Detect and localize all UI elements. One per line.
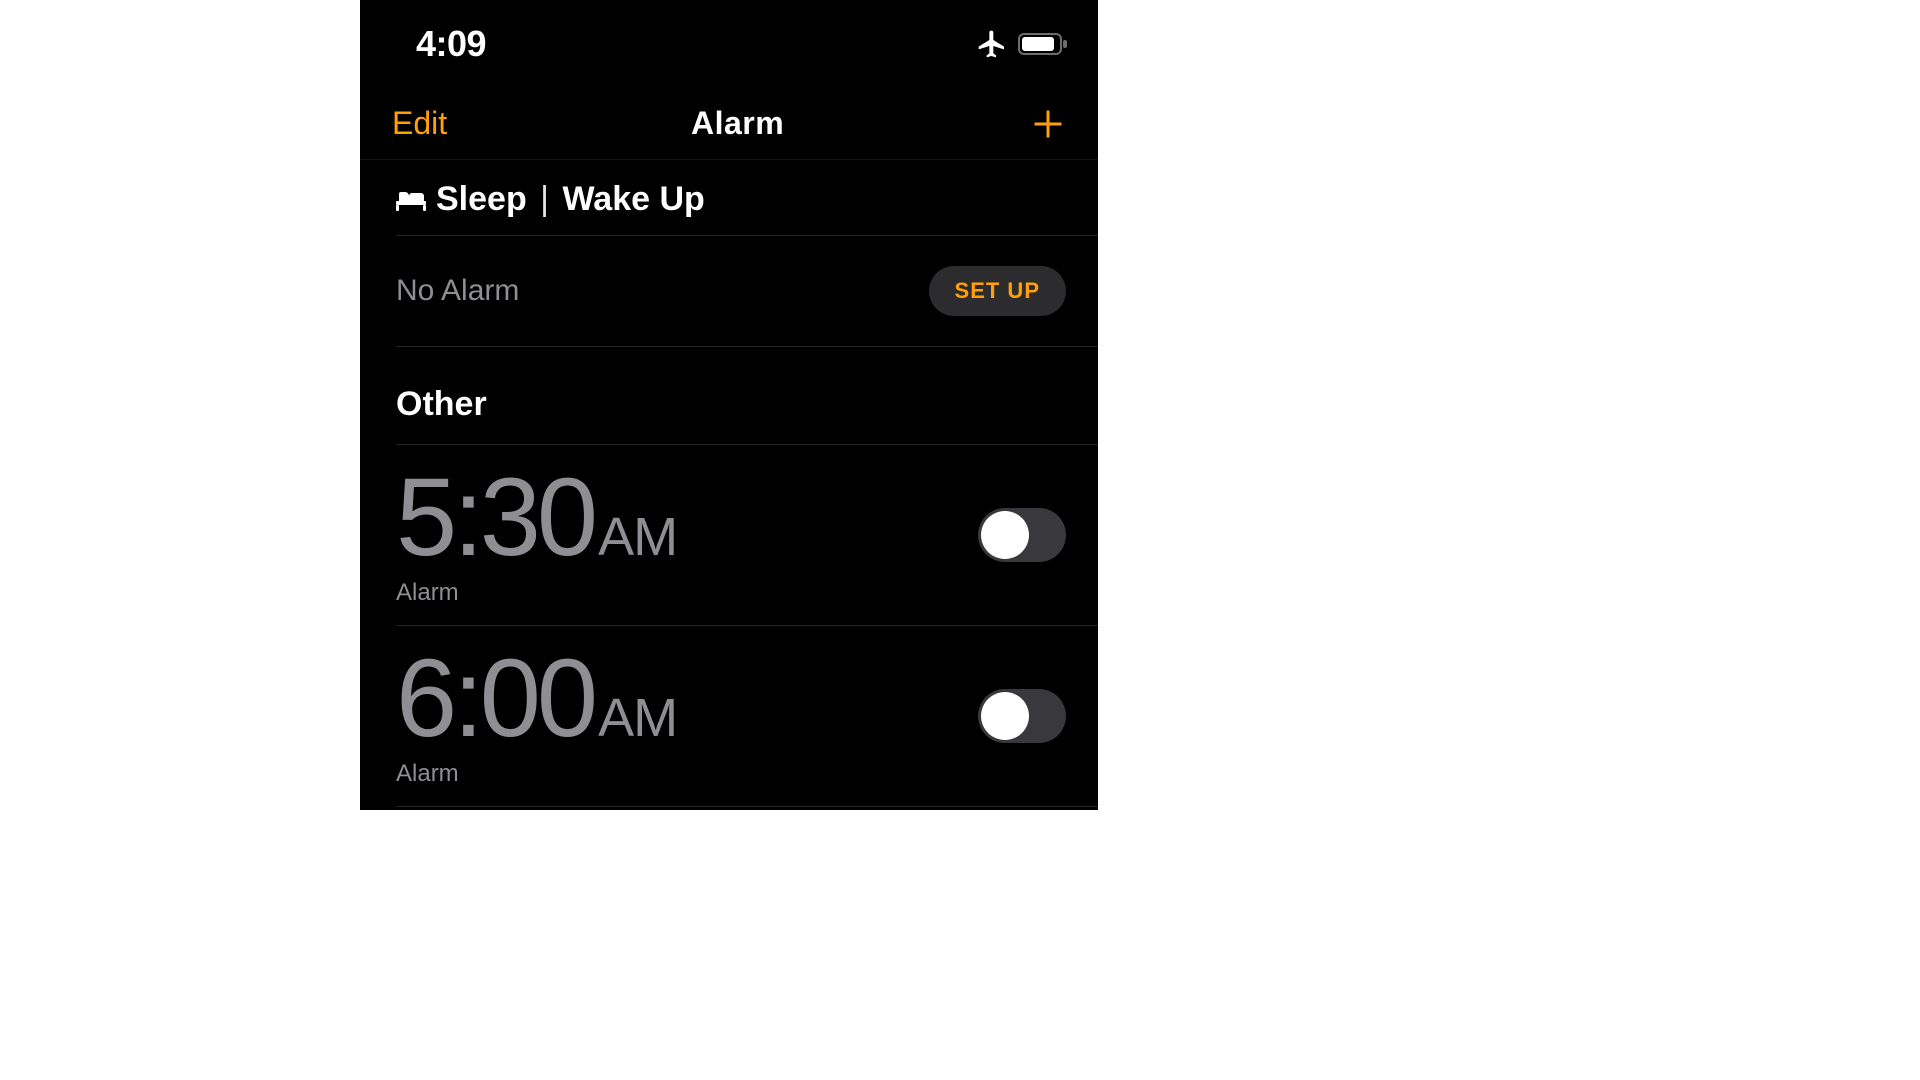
page-title: Alarm: [691, 105, 784, 142]
alarm-time: 6:00AM: [396, 644, 677, 754]
alarm-info: 5:30AM Alarm: [396, 463, 677, 607]
edit-button[interactable]: Edit: [392, 105, 447, 142]
sleep-alarm-row: No Alarm SET UP: [396, 236, 1098, 347]
no-alarm-label: No Alarm: [396, 274, 519, 308]
status-bar: 4:09: [360, 0, 1098, 88]
sleep-title-sleep: Sleep: [436, 180, 527, 218]
battery-icon: [1018, 32, 1068, 56]
alarm-time: 5:30AM: [396, 463, 677, 573]
alarm-time-period: AM: [594, 688, 677, 748]
alarm-time-hm: 5:30: [396, 456, 594, 579]
bed-icon: [396, 189, 426, 211]
status-icons: [976, 28, 1068, 60]
add-alarm-button[interactable]: [1028, 104, 1068, 144]
toggle-knob: [981, 511, 1029, 559]
toggle-knob: [981, 692, 1029, 740]
alarm-app-screen: 4:09 Edit Alarm: [360, 0, 1098, 810]
sleep-section-header: Sleep | Wake Up: [396, 160, 1098, 236]
setup-button[interactable]: SET UP: [929, 266, 1066, 316]
sleep-title-divider: |: [527, 180, 563, 218]
alarm-row[interactable]: 5:30AM Alarm: [396, 445, 1098, 626]
alarm-time-hm: 6:00: [396, 637, 594, 760]
alarm-label: Alarm: [396, 577, 677, 607]
alarm-info: 6:00AM Alarm: [396, 644, 677, 788]
alarm-toggle[interactable]: [978, 689, 1066, 743]
sleep-section: Sleep | Wake Up No Alarm SET UP: [360, 160, 1098, 347]
other-section: Other 5:30AM Alarm 6:00AM: [360, 347, 1098, 807]
status-time: 4:09: [416, 23, 486, 65]
sleep-title-wakeup: Wake Up: [562, 180, 704, 218]
airplane-mode-icon: [976, 28, 1008, 60]
alarm-row[interactable]: 6:00AM Alarm: [396, 626, 1098, 807]
nav-bar: Edit Alarm: [360, 88, 1098, 160]
plus-icon: [1030, 106, 1066, 142]
alarm-time-period: AM: [594, 507, 677, 567]
alarm-toggle[interactable]: [978, 508, 1066, 562]
alarm-label: Alarm: [396, 758, 677, 788]
other-section-header: Other: [396, 347, 1098, 445]
